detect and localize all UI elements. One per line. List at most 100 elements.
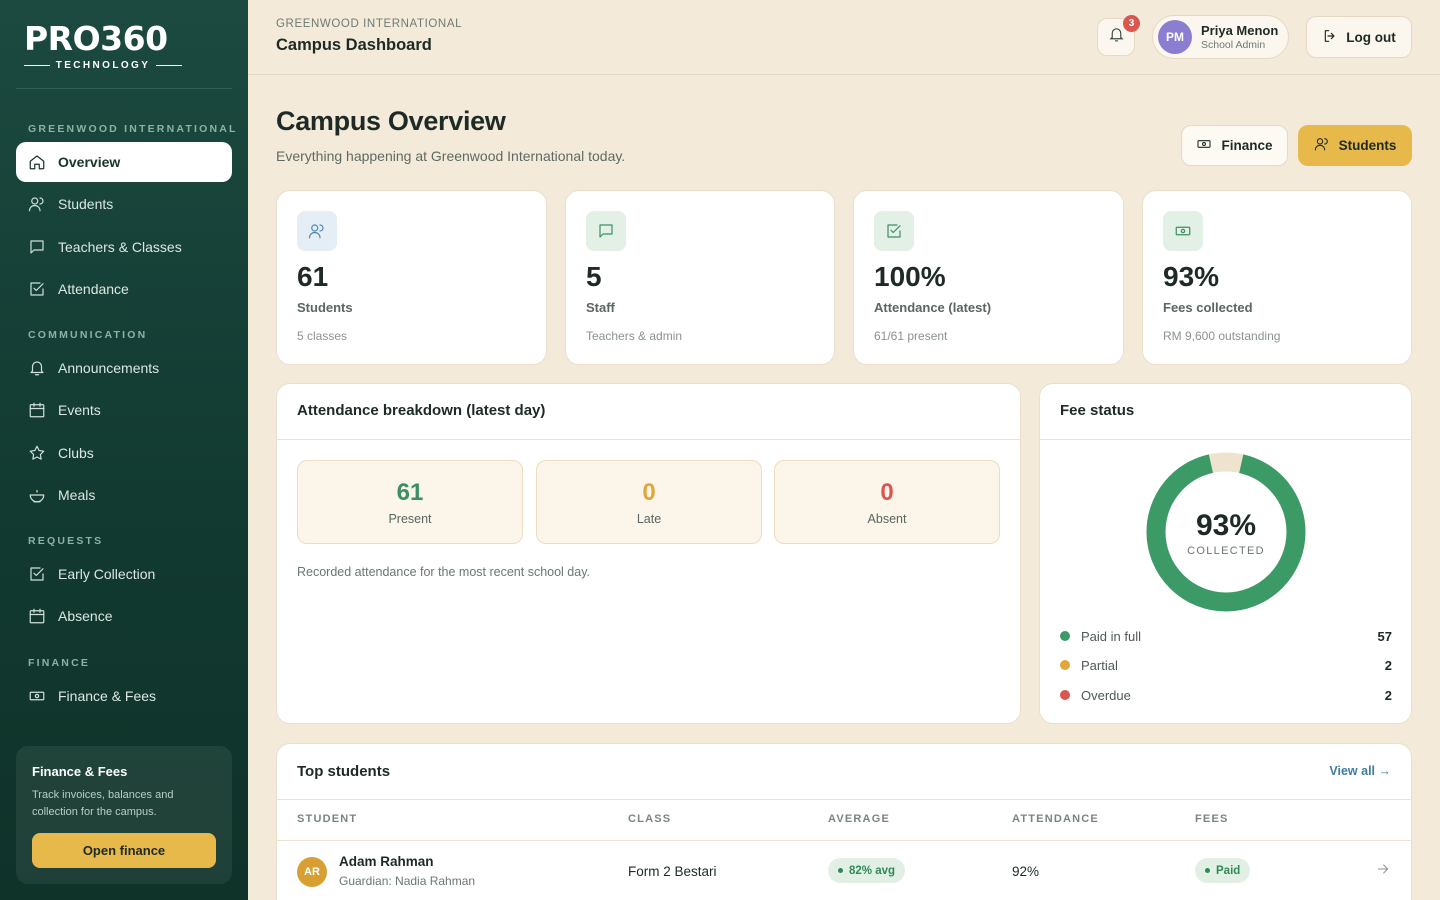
sidebar: PRO360 TECHNOLOGY GREENWOOD INTERNATIONA…	[0, 0, 248, 900]
sidebar-section-finance: FINANCE	[28, 657, 91, 669]
sidebar-section-school: GREENWOOD INTERNATIONAL	[28, 123, 238, 135]
sidebar-item-absence[interactable]: Absence	[16, 596, 232, 636]
sidebar-item-label: Meals	[58, 487, 96, 503]
fee-collected-label: COLLECTED	[1187, 545, 1265, 557]
guardian-name: Guardian: Nadia Rahman	[339, 874, 476, 888]
sidebar-item-teachers-classes[interactable]: Teachers & Classes	[16, 227, 232, 267]
sidebar-item-label: Finance & Fees	[58, 688, 157, 704]
sidebar-item-label: Early Collection	[58, 566, 156, 582]
legend-count: 57	[1377, 628, 1392, 644]
sidebar-item-label: Events	[58, 402, 101, 418]
legend-dot	[1060, 690, 1070, 700]
sidebar-item-overview[interactable]: Overview	[16, 142, 232, 182]
checkbox-icon	[28, 565, 46, 583]
attendance-absent-box: 0 Absent	[774, 460, 1000, 544]
top-students-panel: Top students View all → STUDENT CLASS AV…	[276, 743, 1412, 900]
stat-value: 100%	[874, 261, 946, 292]
header-divider	[277, 840, 1411, 841]
stat-card-fees[interactable]: 93% Fees collected RM 9,600 outstanding	[1142, 190, 1412, 365]
stat-label: Attendance (latest)	[874, 300, 992, 315]
stat-value: 61	[297, 261, 329, 292]
sidebar-item-meals[interactable]: Meals	[16, 475, 232, 515]
students-icon	[28, 195, 46, 213]
student-class: Form 2 Bestari	[628, 864, 717, 879]
sidebar-item-events[interactable]: Events	[16, 390, 232, 430]
sidebar-item-announcements[interactable]: Announcements	[16, 348, 232, 388]
logout-label: Log out	[1346, 29, 1396, 45]
absent-count: 0	[880, 479, 894, 506]
arrow-right-icon[interactable]	[1375, 861, 1391, 877]
stat-label: Staff	[586, 300, 615, 315]
panel-divider	[1040, 439, 1411, 440]
sidebar-item-clubs[interactable]: Clubs	[16, 433, 232, 473]
sidebar-item-label: Attendance	[58, 281, 129, 297]
column-header-attendance[interactable]: ATTENDANCE	[1012, 813, 1099, 825]
legend-count: 2	[1384, 687, 1392, 703]
column-header-average[interactable]: AVERAGE	[828, 813, 890, 825]
students-button[interactable]: Students	[1298, 125, 1412, 166]
logo-wordmark: PRO360	[24, 19, 168, 58]
bell-icon	[28, 359, 46, 377]
finance-button-label: Finance	[1221, 138, 1273, 153]
stat-subtext: 61/61 present	[874, 329, 948, 343]
home-icon	[28, 153, 46, 171]
students-icon	[1314, 136, 1330, 155]
cash-icon	[28, 687, 46, 705]
open-finance-button[interactable]: Open finance	[32, 833, 216, 868]
present-label: Present	[388, 512, 432, 526]
legend-label: Overdue	[1081, 687, 1131, 703]
legend-label: Partial	[1081, 657, 1118, 673]
avatar: PM	[1158, 20, 1192, 54]
star-icon	[28, 444, 46, 462]
legend-overdue: Overdue 2	[1060, 685, 1392, 705]
promo-title: Finance & Fees	[32, 764, 128, 779]
sidebar-item-attendance[interactable]: Attendance	[16, 269, 232, 309]
sidebar-item-early-collection[interactable]: Early Collection	[16, 554, 232, 594]
page-subtitle: Everything happening at Greenwood Intern…	[276, 148, 626, 164]
late-label: Late	[636, 512, 662, 526]
donut-center: 93% COLLECTED	[1146, 452, 1306, 612]
students-icon	[297, 211, 337, 251]
panel-title: Fee status	[1060, 402, 1135, 419]
sidebar-item-label: Overview	[58, 154, 121, 170]
legend-label: Paid in full	[1081, 628, 1141, 644]
legend-paid-in-full: Paid in full 57	[1060, 626, 1392, 646]
column-header-fees[interactable]: FEES	[1195, 813, 1229, 825]
stat-card-staff[interactable]: 5 Staff Teachers & admin	[565, 190, 835, 365]
logout-icon	[1322, 28, 1338, 47]
average-badge: 82% avg	[828, 858, 906, 883]
attendance-breakdown-panel: Attendance breakdown (latest day) 61 Pre…	[276, 383, 1021, 724]
stat-value: 5	[586, 261, 602, 292]
legend-dot	[1060, 660, 1070, 670]
checkbox-icon	[874, 211, 914, 251]
promo-text: Track invoices, balances and collection …	[32, 789, 174, 818]
logout-button[interactable]: Log out	[1306, 16, 1412, 58]
stat-subtext: 5 classes	[297, 329, 348, 343]
bowl-icon	[28, 486, 46, 504]
attendance-present-box: 61 Present	[297, 460, 523, 544]
finance-button[interactable]: Finance	[1181, 125, 1288, 166]
brand-logo[interactable]: PRO360 TECHNOLOGY	[24, 22, 182, 72]
fees-status-badge: Paid	[1195, 858, 1251, 883]
user-menu[interactable]: PM Priya Menon School Admin	[1152, 15, 1289, 59]
student-name[interactable]: Adam Rahman	[339, 854, 434, 869]
stat-subtext: Teachers & admin	[586, 329, 683, 343]
sidebar-item-students[interactable]: Students	[16, 184, 232, 224]
finance-promo-card: Finance & Fees Track invoices, balances …	[16, 746, 232, 884]
cash-icon	[1196, 136, 1212, 155]
column-header-student[interactable]: STUDENT	[297, 813, 357, 825]
attendance-value: 92%	[1012, 864, 1040, 879]
sidebar-item-finance-fees[interactable]: Finance & Fees	[16, 676, 232, 716]
column-header-class[interactable]: CLASS	[628, 813, 671, 825]
sidebar-item-label: Announcements	[58, 360, 160, 376]
stat-label: Fees collected	[1163, 300, 1253, 315]
view-all-link[interactable]: View all →	[1329, 764, 1391, 778]
sidebar-item-label: Absence	[58, 608, 113, 624]
calendar-icon	[28, 401, 46, 419]
stat-card-attendance[interactable]: 100% Attendance (latest) 61/61 present	[853, 190, 1124, 365]
notifications-button[interactable]: 3	[1097, 15, 1140, 56]
logo-tagline: TECHNOLOGY	[55, 60, 151, 71]
page-title: Campus Overview	[276, 106, 506, 136]
stat-card-students[interactable]: 61 Students 5 classes	[276, 190, 547, 365]
average-value: 82% avg	[849, 864, 896, 877]
